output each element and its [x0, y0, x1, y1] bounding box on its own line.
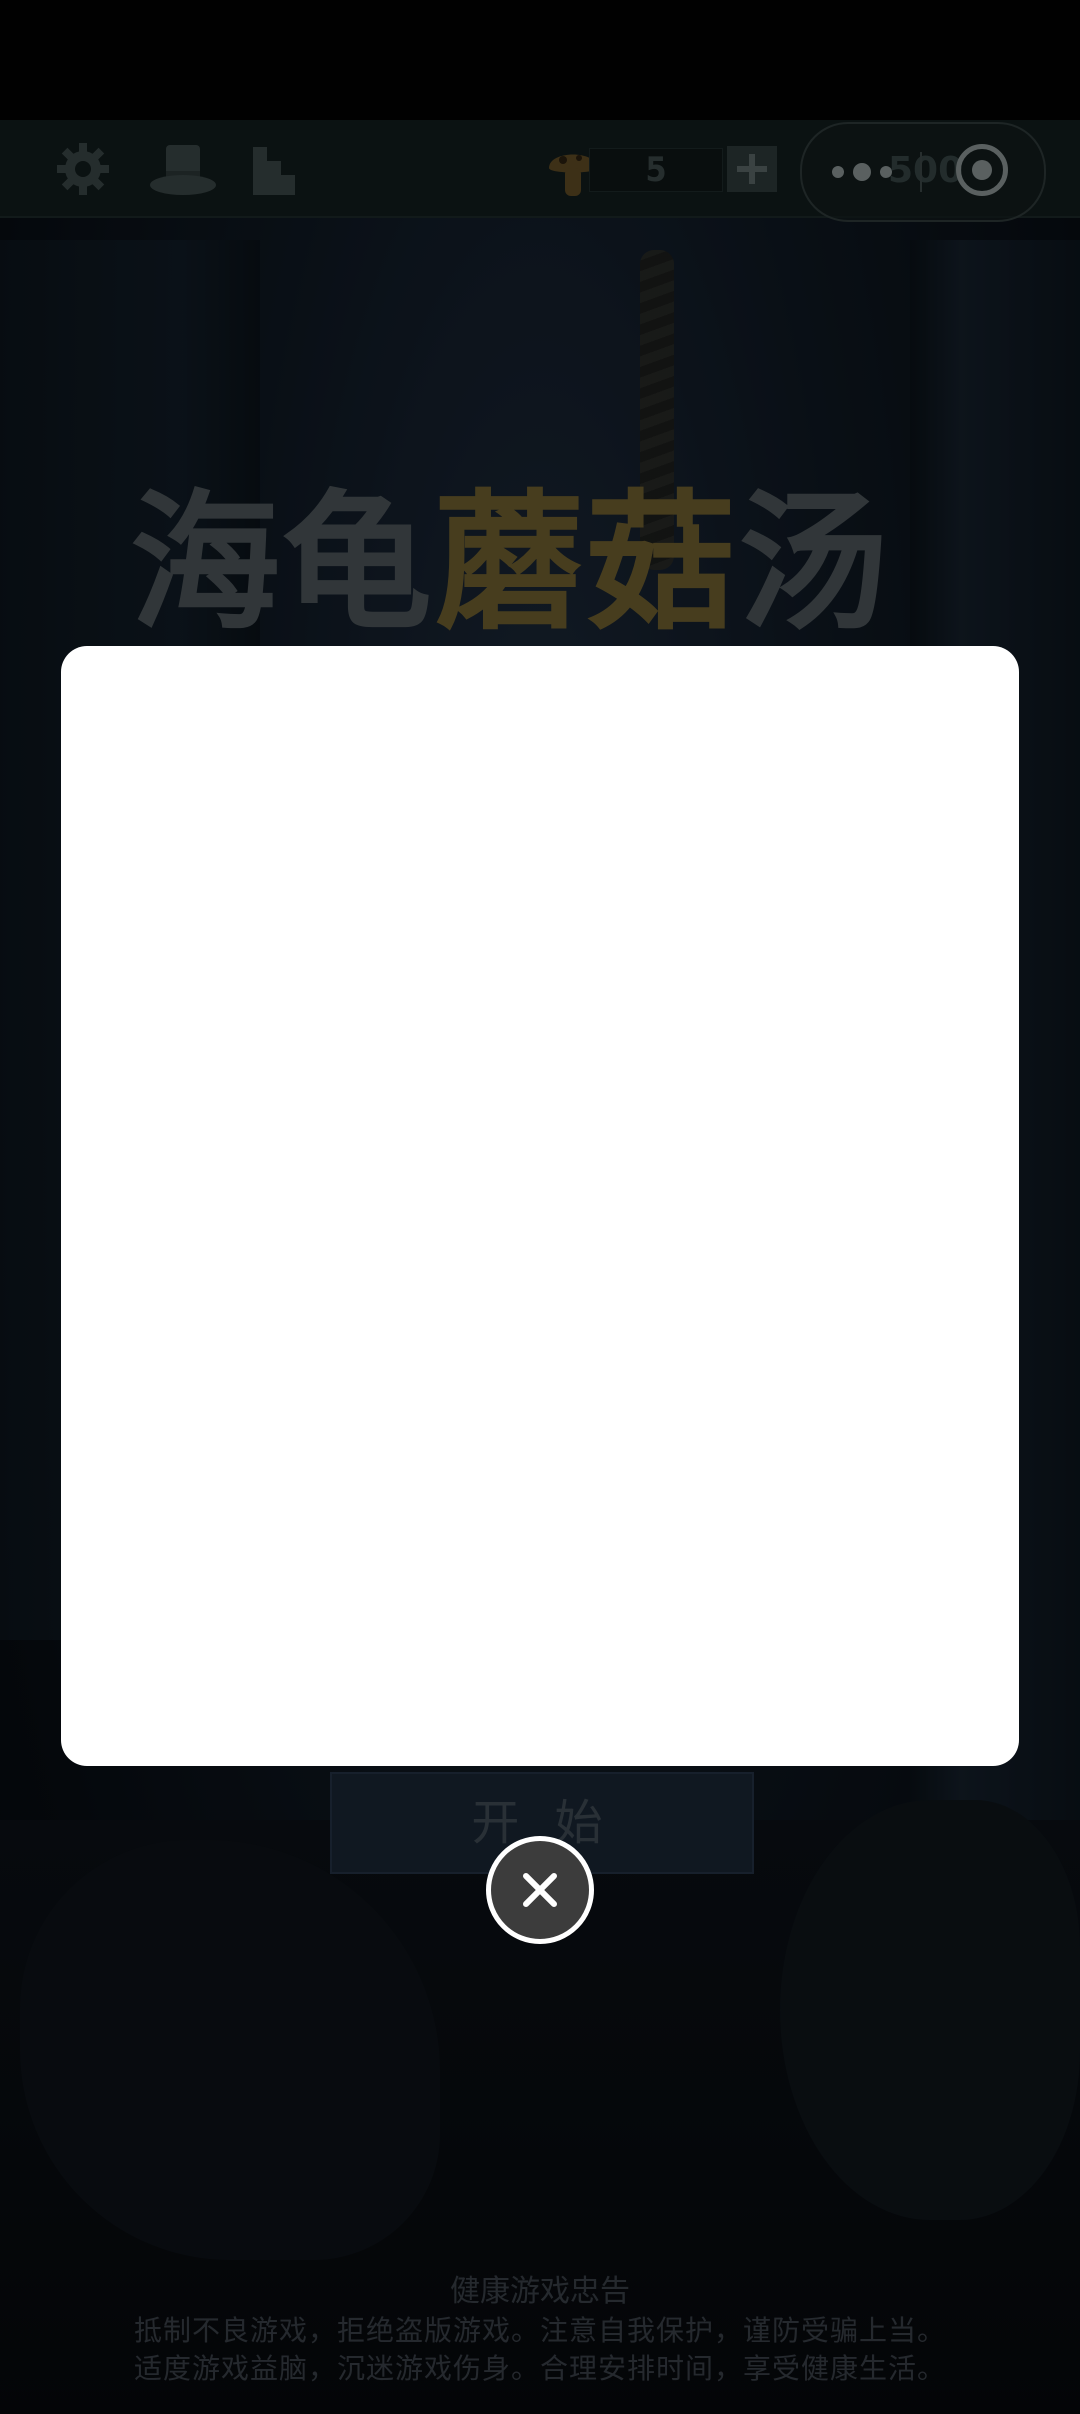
app-root: 5 500 海龟蘑菇汤 开 始 健康游戏忠告 抵制不良游戏，拒绝盗版游戏。注意自…: [0, 0, 1080, 2414]
close-icon: [523, 1873, 557, 1907]
close-button[interactable]: [486, 1836, 594, 1944]
popup-modal[interactable]: [61, 646, 1019, 1766]
